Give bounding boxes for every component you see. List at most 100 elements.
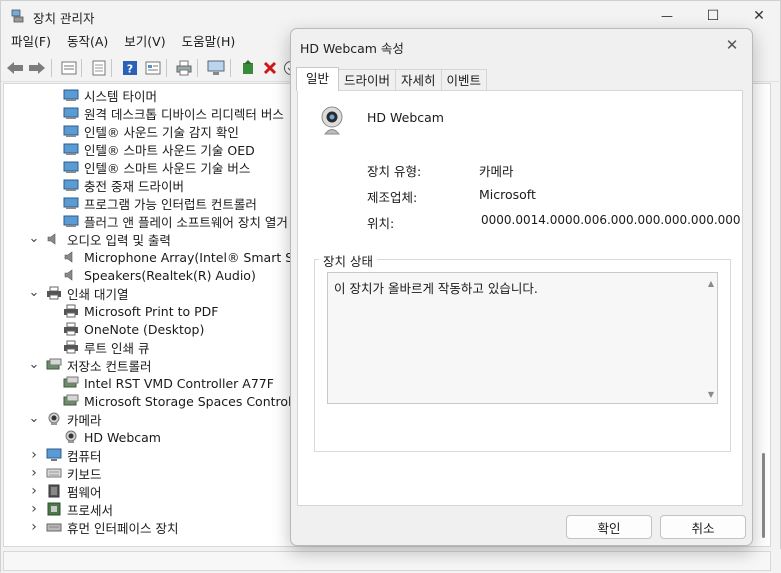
tree-item-label: 카메라 [67,412,102,428]
device-status-textbox[interactable]: 이 장치가 올바르게 작동하고 있습니다. ▲ ▼ [327,272,718,404]
back-button[interactable] [5,58,25,78]
tab-general[interactable]: 일반 [296,67,340,91]
tree-item[interactable]: 충전 중재 드라이버 [63,176,184,194]
view-button[interactable] [143,58,163,78]
tree-item-label: Speakers(Realtek(R) Audio) [84,267,256,283]
tree-item-label: Microphone Array(Intel® Smart Sound [84,249,325,265]
view-icon [145,61,161,75]
print-button[interactable] [174,58,194,78]
tab-events[interactable]: 이벤트 [440,69,488,91]
forward-icon [29,62,45,74]
tab-details[interactable]: 자세히 [395,69,442,91]
manufacturer-value: Microsoft [479,187,536,202]
tree-item[interactable]: 루트 인쇄 큐 [63,338,149,356]
tree-item[interactable]: 인텔® 스마트 사운드 기술 OED [63,140,255,158]
tree-item[interactable]: Microsoft Print to PDF [63,302,218,320]
toolbar-separator [81,59,82,77]
tree-category[interactable]: ⌄ 저장소 컨트롤러 [28,356,152,374]
device-type-value: 카메라 [479,164,514,179]
tree-category[interactable]: › 컴퓨터 [28,446,101,464]
tree-item[interactable]: 인텔® 스마트 사운드 기술 버스 [63,158,250,176]
audio-device-icon [47,233,56,245]
tree-item-label: Microsoft Storage Spaces Controller [84,393,308,409]
menu-view[interactable]: 보기(V) [116,31,173,53]
tree-item[interactable]: HD Webcam [63,428,161,446]
status-bar-panel [3,551,771,571]
tree-category[interactable]: › 키보드 [28,464,102,482]
storage-device-icon [63,376,79,388]
tree-item-label: 프로세서 [67,502,114,518]
tree-category[interactable]: › 휴먼 인터페이스 장치 [28,518,178,536]
menu-help[interactable]: 도움말(H) [174,31,244,53]
scroll-down-icon[interactable]: ▼ [708,390,714,399]
remove-button[interactable] [260,58,280,78]
scrollbar-thumb[interactable] [762,453,765,538]
location-label: 위치: [367,216,395,231]
dialog-close-button[interactable]: ✕ [718,34,746,56]
toolbar-separator [111,59,112,77]
forward-button[interactable] [27,58,47,78]
tree-item[interactable]: 원격 데스크톱 디바이스 리디렉터 버스 [63,104,284,122]
expand-chevron-icon[interactable]: › [28,520,40,534]
collapse-chevron-icon[interactable]: ⌄ [28,412,40,425]
tree-category[interactable]: ⌄ 인쇄 대기열 [28,284,129,302]
computer-device-icon [46,448,62,461]
system-device-icon [63,197,79,209]
tree-item[interactable]: Microphone Array(Intel® Smart Sound [63,248,325,266]
device-type-label: 장치 유형: [367,164,422,179]
tree-category[interactable]: ⌄ 카메라 [28,410,102,428]
printer-device-icon [64,304,78,318]
back-icon [7,62,23,74]
tree-category[interactable]: › 프로세서 [28,500,113,518]
maximize-icon: ☐ [706,8,720,24]
tree-item-label: 펌웨어 [67,484,102,500]
update-icon [92,60,106,76]
tree-item-label: 원격 데스크톱 디바이스 리디렉터 버스 [84,106,284,122]
minimize-button[interactable]: — [644,1,690,31]
tree-item[interactable]: Intel RST VMD Controller A77F [63,374,274,392]
keyboard-device-icon [46,468,62,478]
tree-item[interactable]: 인텔® 사운드 기술 감지 확인 [63,122,239,140]
collapse-chevron-icon[interactable]: ⌄ [28,232,40,245]
collapse-chevron-icon[interactable]: ⌄ [28,286,40,299]
tree-scrollbar[interactable] [758,83,771,547]
close-icon: ✕ [725,36,739,54]
cancel-button[interactable]: 취소 [660,515,746,539]
menu-file[interactable]: 파일(F) [1,31,59,53]
system-device-icon [63,125,79,137]
update-button[interactable] [89,58,109,78]
help-button[interactable]: ? [120,58,140,78]
scan-button[interactable] [206,58,226,78]
tree-item[interactable]: OneNote (Desktop) [63,320,204,338]
close-icon: ✕ [753,8,765,24]
tree-item-label: 키보드 [67,466,102,482]
system-device-icon [63,161,79,173]
expand-chevron-icon[interactable]: › [28,484,40,498]
properties-button[interactable] [59,58,79,78]
expand-chevron-icon[interactable]: › [28,466,40,480]
printer-device-icon [64,340,78,354]
tree-item[interactable]: 시스템 타이머 [63,86,157,104]
add-driver-button[interactable] [238,58,258,78]
tree-item[interactable]: 플러그 앤 플레이 소프트웨어 장치 열거 [63,212,288,230]
close-button[interactable]: ✕ [736,1,781,31]
ok-button[interactable]: 확인 [566,515,652,539]
scroll-up-icon[interactable]: ▲ [708,279,714,288]
tree-item[interactable]: Microsoft Storage Spaces Controller [63,392,308,410]
expand-chevron-icon[interactable]: › [28,502,40,516]
processor-device-icon [47,502,61,516]
tree-item[interactable]: 프로그램 가능 인터럽트 컨트롤러 [63,194,257,212]
tree-category[interactable]: ⌄ 오디오 입력 및 출력 [28,230,171,248]
system-device-icon [63,143,79,155]
menu-action[interactable]: 동작(A) [59,31,116,53]
collapse-chevron-icon[interactable]: ⌄ [28,358,40,371]
tree-item-label: 인텔® 스마트 사운드 기술 버스 [84,160,251,176]
expand-chevron-icon[interactable]: › [28,448,40,462]
tree-category[interactable]: › 펌웨어 [28,482,102,500]
tree-item-label: 오디오 입력 및 출력 [67,232,171,248]
tree-item-label: 루트 인쇄 큐 [84,340,150,356]
tab-driver[interactable]: 드라이버 [338,69,397,91]
maximize-button[interactable]: ☐ [690,1,736,31]
title-bar[interactable]: 장치 관리자 — ☐ ✕ [1,1,781,31]
tree-item[interactable]: Speakers(Realtek(R) Audio) [63,266,256,284]
